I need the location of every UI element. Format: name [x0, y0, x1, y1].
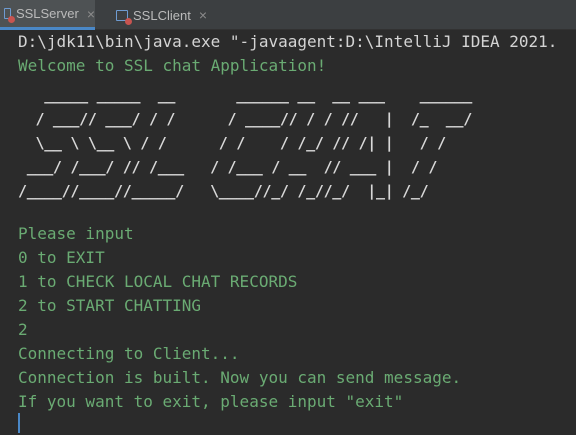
tab-label: SSLServer	[15, 6, 79, 21]
java-command-line: D:\jdk11\bin\java.exe "-javaagent:D:\Int…	[18, 32, 558, 51]
console-line: Connection is built. Now you can send me…	[18, 368, 462, 387]
close-icon[interactable]: ×	[87, 7, 95, 21]
console-line: If you want to exit, please input "exit"	[18, 392, 404, 411]
text-cursor[interactable]	[18, 413, 20, 433]
tab-sslclient[interactable]: SSLClient ×	[112, 0, 207, 30]
welcome-message: Welcome to SSL chat Application!	[18, 56, 327, 75]
run-config-icon	[4, 8, 15, 23]
console-line: Connecting to Client...	[18, 344, 240, 363]
console-line: 2 to START CHATTING	[18, 296, 202, 315]
console-line: 0 to EXIT	[18, 248, 105, 267]
run-config-icon	[116, 9, 132, 25]
console-line: Please input	[18, 224, 134, 243]
console-line: 1 to CHECK LOCAL CHAT RECORDS	[18, 272, 298, 291]
console-output[interactable]: D:\jdk11\bin\java.exe "-javaagent:D:\Int…	[0, 30, 576, 435]
close-icon[interactable]: ×	[199, 8, 207, 22]
tab-label: SSLClient	[133, 7, 191, 23]
ssl-chat-ascii-banner: _____ _____ __ ______ __ __ ___ ______ /…	[18, 86, 473, 200]
tab-sslserver[interactable]: SSLServer ×	[0, 0, 95, 30]
user-input-line: 2	[18, 320, 28, 339]
editor-tab-bar: SSLServer × SSLClient ×	[0, 0, 576, 30]
